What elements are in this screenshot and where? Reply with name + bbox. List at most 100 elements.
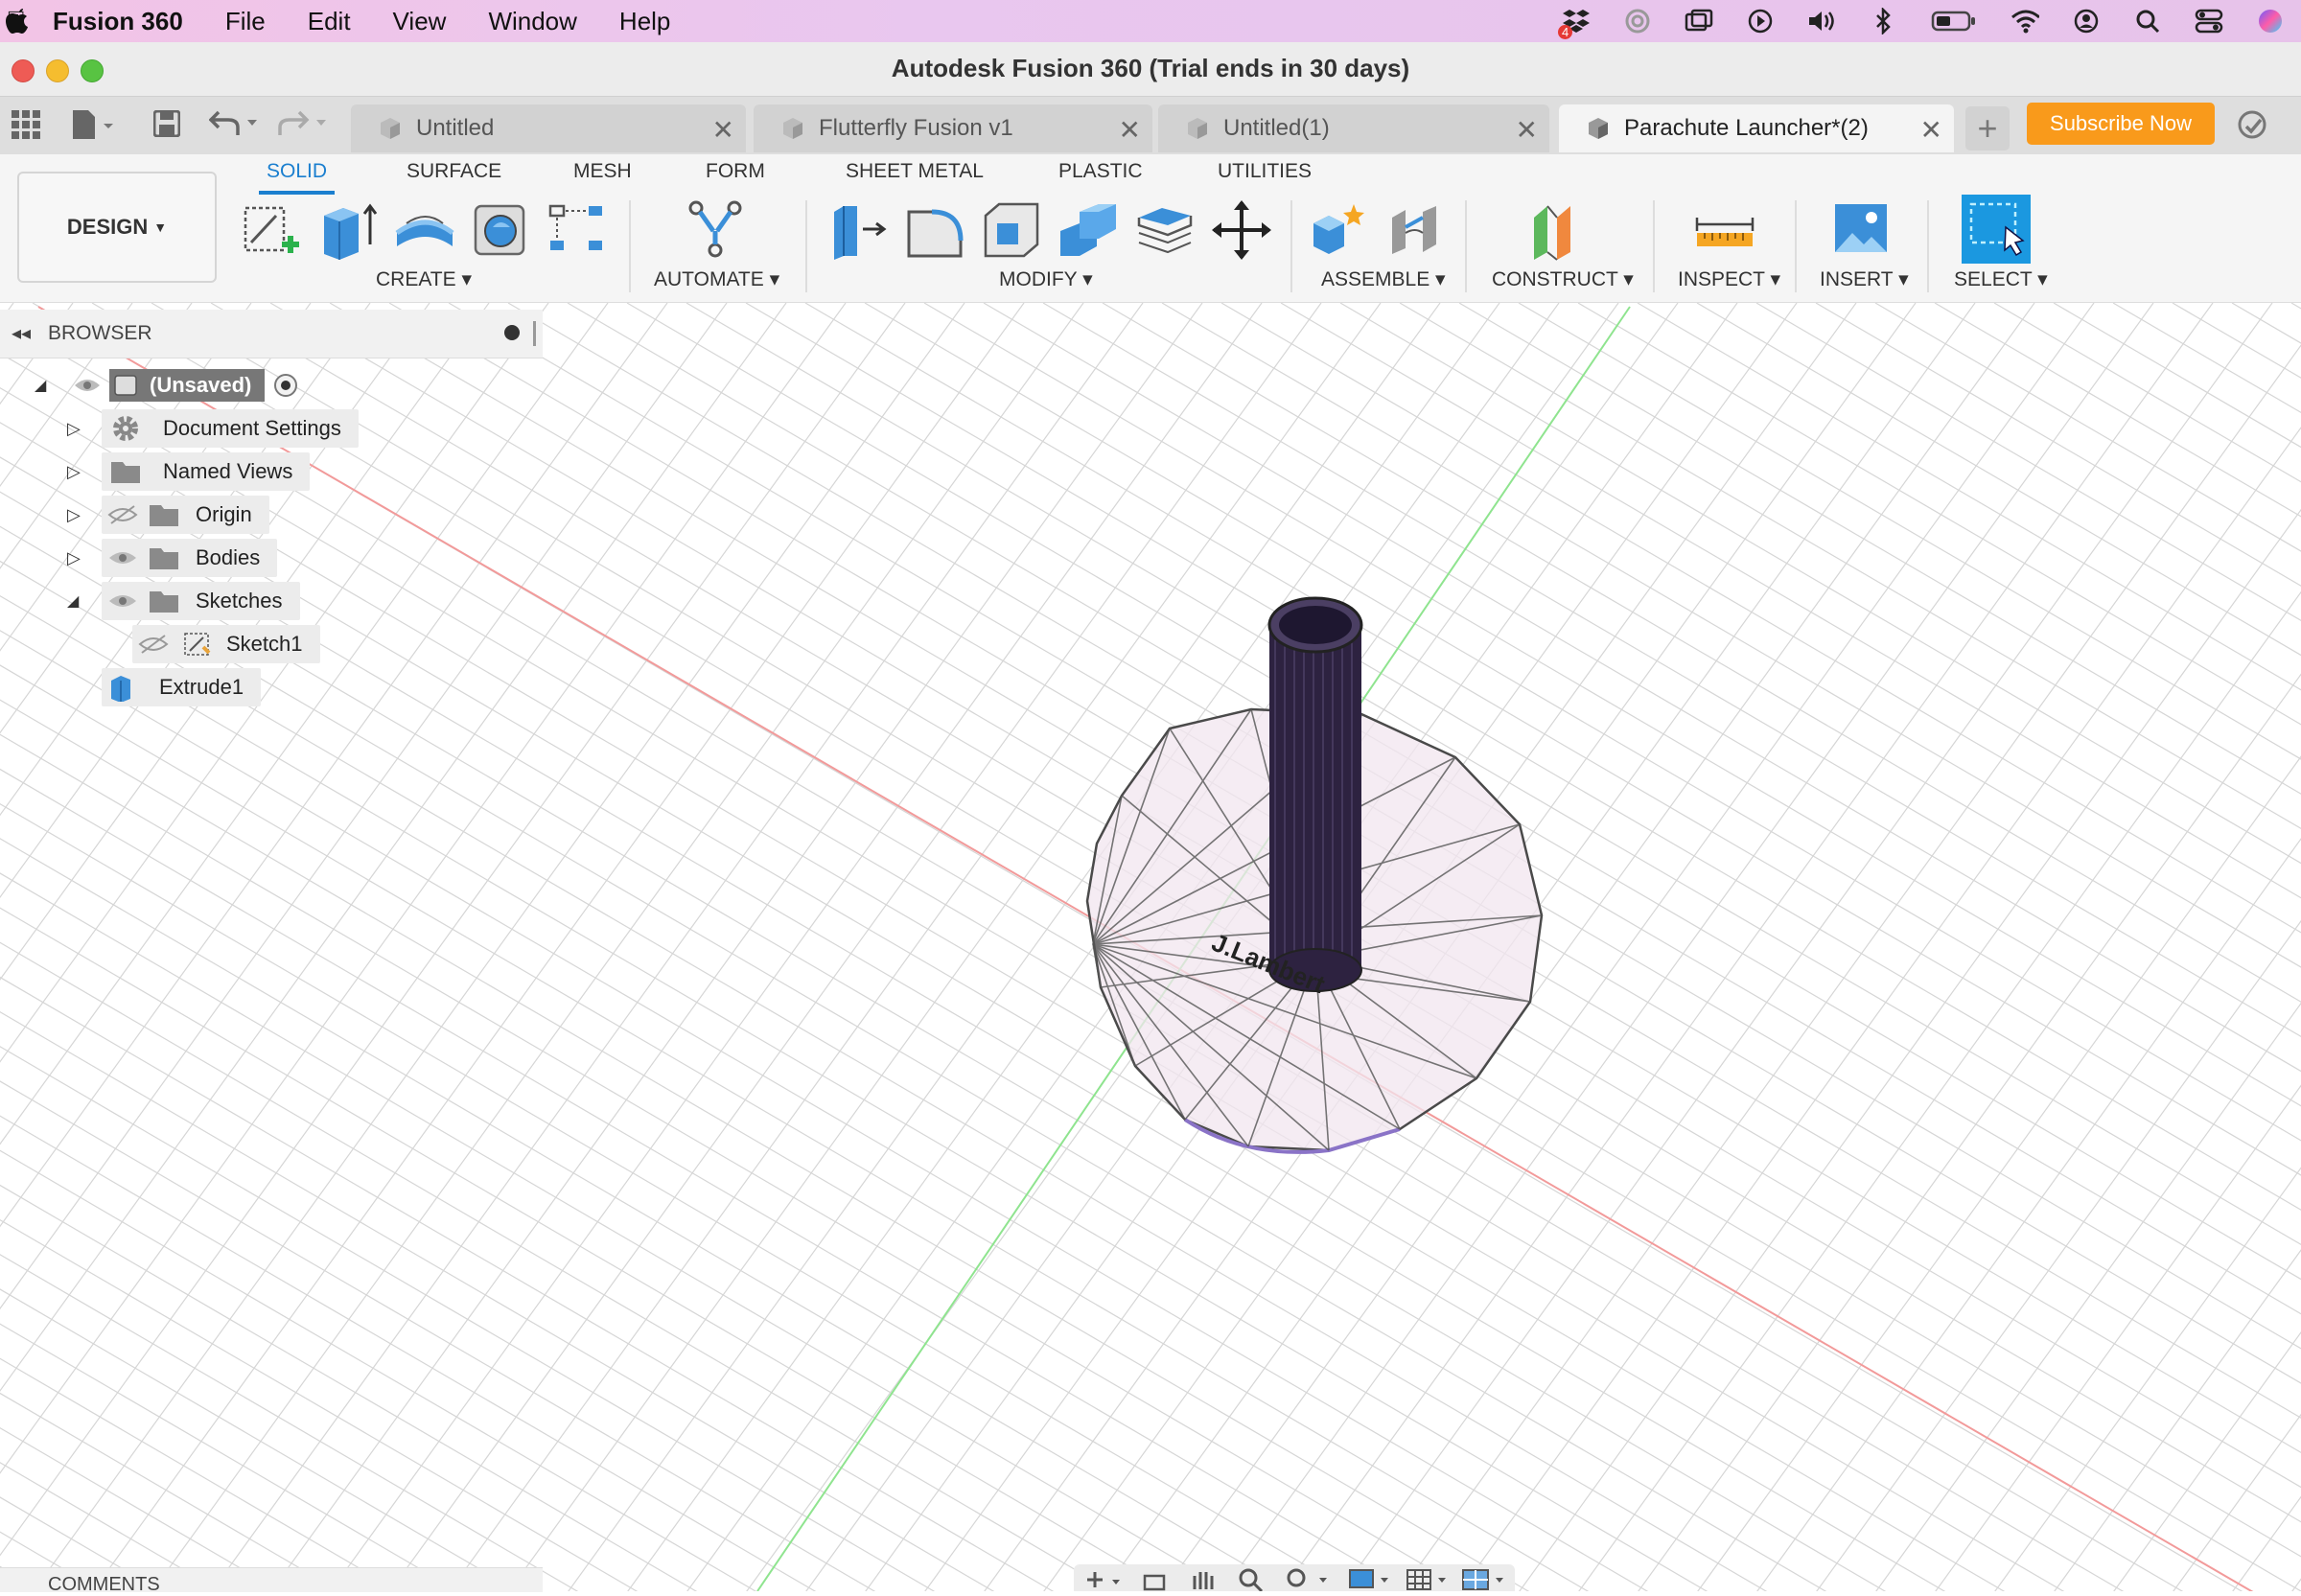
close-tab-icon[interactable]: ✕ bbox=[712, 114, 734, 146]
menu-window[interactable]: Window bbox=[488, 7, 576, 36]
automate-group-label[interactable]: AUTOMATE ▾ bbox=[654, 267, 779, 291]
browser-minimize-icon[interactable] bbox=[504, 325, 520, 340]
close-tab-icon[interactable]: ✕ bbox=[1119, 114, 1141, 146]
look-at-icon[interactable] bbox=[1141, 1568, 1170, 1591]
press-pull-icon[interactable] bbox=[826, 198, 890, 262]
shell-icon[interactable] bbox=[980, 198, 1043, 262]
collapse-browser-icon[interactable]: ◂◂ bbox=[12, 321, 31, 345]
control-center-icon[interactable] bbox=[2195, 7, 2223, 35]
menu-edit[interactable]: Edit bbox=[308, 7, 351, 36]
hidden-eye-icon[interactable] bbox=[138, 634, 169, 655]
viewports-icon[interactable] bbox=[1461, 1568, 1509, 1591]
insert-image-icon[interactable] bbox=[1829, 198, 1893, 262]
visibility-eye-icon[interactable] bbox=[73, 376, 102, 395]
inspect-group-label[interactable]: INSPECT ▾ bbox=[1678, 267, 1780, 291]
save-icon[interactable] bbox=[153, 110, 180, 137]
apple-logo-icon[interactable] bbox=[5, 7, 32, 35]
measure-icon[interactable] bbox=[1693, 198, 1756, 262]
new-tab-button[interactable]: + bbox=[1965, 106, 2010, 150]
redo-icon[interactable] bbox=[278, 110, 330, 137]
tab-sheet-metal[interactable]: SHEET METAL bbox=[846, 160, 984, 183]
collapse-arrow-icon[interactable]: ◢ bbox=[35, 376, 67, 395]
viewport-canvas[interactable]: J.Lambert bbox=[0, 303, 2301, 1591]
tab-solid[interactable]: SOLID bbox=[258, 160, 336, 195]
activate-radio-icon[interactable] bbox=[272, 372, 299, 399]
select-icon[interactable] bbox=[1962, 195, 2031, 264]
file-menu-icon[interactable] bbox=[71, 108, 117, 141]
browser-item-sketch1[interactable]: Sketch1 bbox=[132, 625, 320, 663]
pan-hand-icon[interactable] bbox=[1189, 1566, 1218, 1591]
browser-item-sketches[interactable]: ◢ Sketches bbox=[67, 582, 300, 620]
close-tab-icon[interactable]: ✕ bbox=[1516, 114, 1538, 146]
menu-file[interactable]: File bbox=[225, 7, 266, 36]
browser-item-extrude1[interactable]: Extrude1 bbox=[102, 668, 262, 706]
tab-utilities[interactable]: UTILITIES bbox=[1218, 160, 1312, 183]
spiral-icon[interactable] bbox=[1623, 7, 1652, 35]
tab-flutterfly[interactable]: Flutterfly Fusion v1 ✕ bbox=[754, 104, 1152, 152]
undo-icon[interactable] bbox=[209, 110, 261, 137]
tab-parachute-launcher[interactable]: Parachute Launcher*(2) ✕ bbox=[1559, 104, 1954, 152]
browser-item-bodies[interactable]: ▷ Bodies bbox=[67, 539, 278, 577]
expand-arrow-icon[interactable]: ▷ bbox=[67, 548, 102, 568]
menu-help[interactable]: Help bbox=[619, 7, 670, 36]
visibility-eye-icon[interactable] bbox=[107, 547, 138, 568]
tab-surface[interactable]: SURFACE bbox=[407, 160, 501, 183]
pattern-icon[interactable] bbox=[546, 198, 610, 262]
subscribe-now-button[interactable]: Subscribe Now bbox=[2027, 103, 2215, 145]
collapse-arrow-icon[interactable]: ◢ bbox=[67, 591, 102, 611]
tab-form[interactable]: FORM bbox=[706, 160, 765, 183]
tab-untitled-1[interactable]: Untitled(1) ✕ bbox=[1158, 104, 1549, 152]
construct-group-label[interactable]: CONSTRUCT ▾ bbox=[1492, 267, 1634, 291]
expand-arrow-icon[interactable]: ▷ bbox=[67, 419, 102, 439]
play-icon[interactable] bbox=[1746, 7, 1775, 35]
siri-icon[interactable] bbox=[2256, 7, 2285, 35]
menu-app-name[interactable]: Fusion 360 bbox=[53, 7, 183, 36]
visibility-eye-icon[interactable] bbox=[107, 590, 138, 612]
revolve-icon[interactable] bbox=[393, 198, 456, 262]
app-grid-icon[interactable] bbox=[12, 110, 40, 139]
fillet-icon[interactable] bbox=[903, 198, 966, 262]
automate-icon[interactable] bbox=[685, 198, 748, 262]
combine-icon[interactable] bbox=[1057, 198, 1120, 262]
hidden-eye-icon[interactable] bbox=[107, 504, 138, 525]
browser-item-document-settings[interactable]: ▷ Document Settings bbox=[67, 409, 359, 448]
orbit-icon[interactable] bbox=[1083, 1568, 1122, 1591]
battery-icon[interactable] bbox=[1930, 7, 1978, 35]
assemble-group-label[interactable]: ASSEMBLE ▾ bbox=[1321, 267, 1446, 291]
move-icon[interactable] bbox=[1210, 198, 1273, 262]
tab-plastic[interactable]: PLASTIC bbox=[1058, 160, 1143, 183]
close-tab-icon[interactable]: ✕ bbox=[1920, 114, 1942, 146]
expand-arrow-icon[interactable]: ▷ bbox=[67, 505, 102, 525]
insert-group-label[interactable]: INSERT ▾ bbox=[1820, 267, 1909, 291]
user-icon[interactable] bbox=[2072, 7, 2101, 35]
wifi-icon[interactable] bbox=[2010, 7, 2039, 35]
create-group-label[interactable]: CREATE ▾ bbox=[376, 267, 472, 291]
browser-item-origin[interactable]: ▷ Origin bbox=[67, 496, 269, 534]
tab-untitled[interactable]: Untitled ✕ bbox=[351, 104, 746, 152]
hole-icon[interactable] bbox=[470, 198, 533, 262]
browser-item-named-views[interactable]: ▷ Named Views bbox=[67, 452, 311, 491]
select-group-label[interactable]: SELECT ▾ bbox=[1954, 267, 2048, 291]
new-component-icon[interactable] bbox=[1308, 198, 1371, 262]
extrude-icon[interactable] bbox=[316, 198, 380, 262]
browser-pin-icon[interactable] bbox=[533, 321, 536, 346]
volume-icon[interactable] bbox=[1807, 7, 1836, 35]
workspace-switcher-button[interactable]: DESIGN ▼ bbox=[17, 172, 217, 283]
offset-plane-icon[interactable] bbox=[1528, 198, 1592, 262]
joint-icon[interactable] bbox=[1384, 198, 1448, 262]
zoom-icon[interactable] bbox=[1237, 1566, 1266, 1591]
expand-arrow-icon[interactable]: ▷ bbox=[67, 462, 102, 482]
zoom-window-icon[interactable] bbox=[1285, 1566, 1333, 1591]
display-settings-icon[interactable] bbox=[1348, 1568, 1396, 1591]
create-sketch-icon[interactable] bbox=[240, 198, 303, 262]
screen-mirror-icon[interactable] bbox=[1685, 7, 1713, 35]
modify-group-label[interactable]: MODIFY ▾ bbox=[999, 267, 1093, 291]
browser-root-row[interactable]: ◢ (Unsaved) bbox=[35, 366, 299, 405]
comments-panel-header[interactable]: COMMENTS bbox=[0, 1567, 543, 1595]
job-status-icon[interactable] bbox=[2236, 108, 2268, 141]
grid-settings-icon[interactable] bbox=[1406, 1568, 1453, 1591]
search-icon[interactable] bbox=[2133, 7, 2162, 35]
dropbox-icon[interactable]: 4 bbox=[1558, 7, 1591, 39]
menu-view[interactable]: View bbox=[393, 7, 447, 36]
offset-face-icon[interactable] bbox=[1133, 198, 1197, 262]
